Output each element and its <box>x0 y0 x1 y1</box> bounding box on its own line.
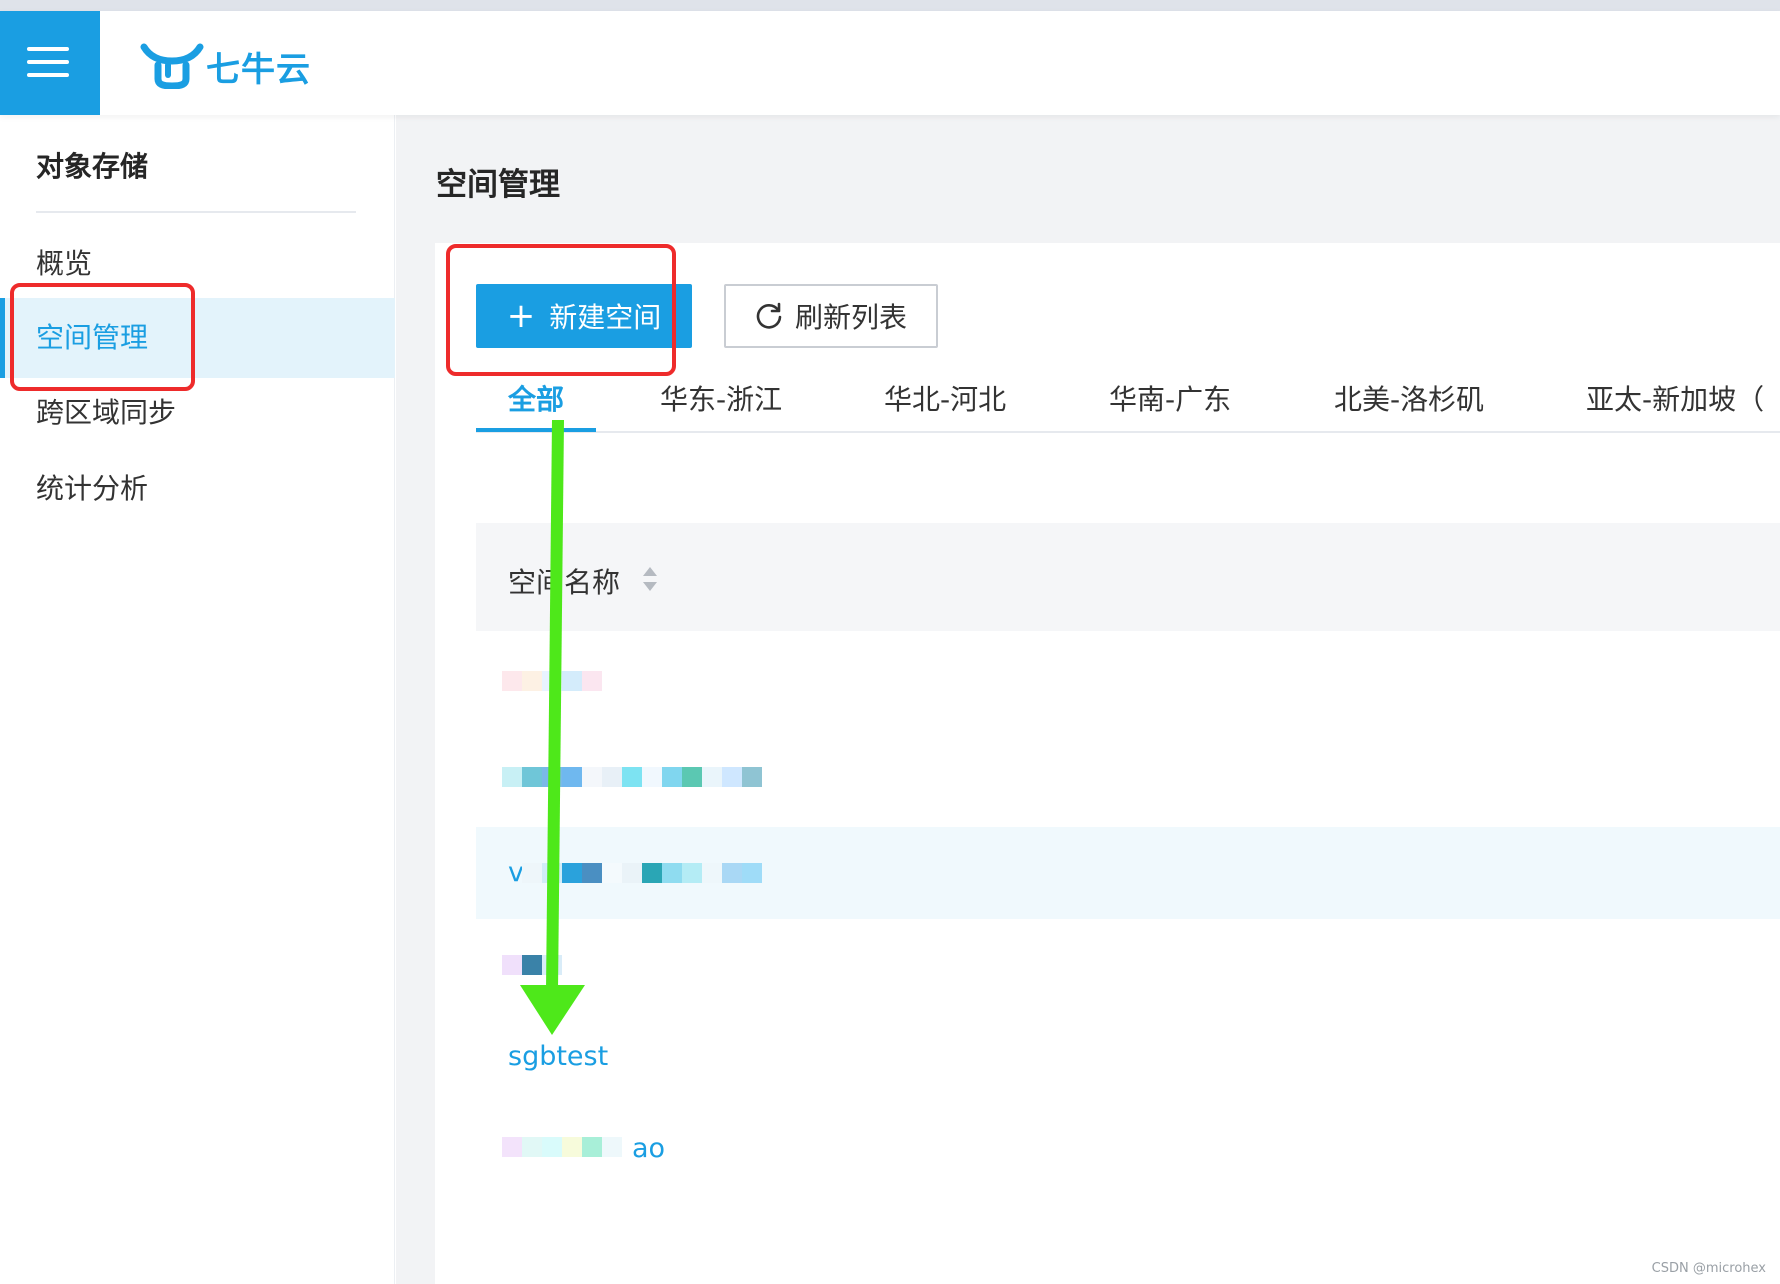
sidebar-item-overview[interactable]: 概览 <box>0 224 395 304</box>
bucket-panel: + 新建空间 刷新列表 全部 华东-浙江 华北-河北 华南-广东 北美-洛杉矶 … <box>435 243 1780 1284</box>
table-row[interactable] <box>476 643 1780 735</box>
hamburger-menu-icon[interactable] <box>0 11 100 115</box>
refresh-list-button[interactable]: 刷新列表 <box>724 284 938 348</box>
sidebar-item-label: 空间管理 <box>36 321 149 354</box>
tab-label: 华北-河北 <box>884 383 1007 416</box>
tab-all[interactable]: 全部 <box>508 373 564 433</box>
table-row[interactable] <box>476 735 1780 827</box>
table-row[interactable] <box>476 919 1780 1011</box>
new-bucket-label: 新建空间 <box>549 301 662 334</box>
column-header-bucket-name: 空间名称 <box>508 566 621 599</box>
sidebar-item-cross-region-sync[interactable]: 跨区域同步 <box>0 373 395 453</box>
blurred-bucket-name <box>502 671 602 691</box>
logo[interactable]: 七牛云 <box>140 41 311 91</box>
sidebar-item-bucket-management[interactable]: 空间管理 <box>0 298 395 378</box>
sidebar-item-label: 概览 <box>36 247 93 280</box>
tab-north-hebei[interactable]: 华北-河北 <box>884 373 1006 433</box>
sidebar-item-statistics[interactable]: 统计分析 <box>0 449 395 529</box>
blurred-bucket-name <box>522 863 762 883</box>
main-content: 空间管理 + 新建空间 刷新列表 全部 华东-浙江 华北-河北 华南-广东 北美… <box>396 115 1780 1284</box>
sidebar-divider <box>36 211 356 213</box>
refresh-icon <box>756 302 782 329</box>
plus-icon: + <box>506 296 536 336</box>
table-header: 空间名称 <box>476 523 1780 631</box>
qiniu-bull-logo-icon <box>140 43 204 89</box>
tab-east-zhejiang[interactable]: 华东-浙江 <box>660 373 782 433</box>
region-tabs: 全部 华东-浙江 华北-河北 华南-广东 北美-洛杉矶 亚太-新加坡（ <box>476 373 1780 433</box>
table-row[interactable]: ao <box>476 1103 1780 1195</box>
browser-chrome-strip <box>0 0 1780 11</box>
tab-ap-singapore[interactable]: 亚太-新加坡（ <box>1586 373 1764 433</box>
sidebar: 对象存储 概览 空间管理 跨区域同步 统计分析 <box>0 115 395 1284</box>
sidebar-item-label: 统计分析 <box>36 472 149 505</box>
tab-label: 华南-广东 <box>1109 383 1232 416</box>
blurred-bucket-name <box>502 767 762 787</box>
table-row[interactable]: sgbtest <box>476 1011 1780 1103</box>
table-row[interactable]: v <box>476 827 1780 919</box>
refresh-list-label: 刷新列表 <box>794 301 907 334</box>
page-title: 空间管理 <box>436 167 560 203</box>
sidebar-title: 对象存储 <box>36 150 149 183</box>
blurred-bucket-name <box>502 1137 622 1157</box>
tab-label: 全部 <box>508 383 565 416</box>
new-bucket-button[interactable]: + 新建空间 <box>476 284 692 348</box>
active-tab-indicator <box>476 428 596 432</box>
tab-south-guangdong[interactable]: 华南-广东 <box>1109 373 1231 433</box>
watermark: CSDN @microhex <box>1651 1261 1766 1276</box>
sort-arrows-icon[interactable] <box>640 563 660 595</box>
bucket-name-link[interactable]: sgbtest <box>508 1011 608 1103</box>
top-bar: 七牛云 <box>0 11 1780 115</box>
tab-label: 北美-洛杉矶 <box>1334 383 1485 416</box>
logo-text: 七牛云 <box>206 49 311 90</box>
sidebar-item-label: 跨区域同步 <box>36 396 177 429</box>
tab-na-los-angeles[interactable]: 北美-洛杉矶 <box>1334 373 1484 433</box>
tab-label: 华东-浙江 <box>660 383 783 416</box>
bucket-name-link[interactable]: ao <box>632 1103 665 1195</box>
blurred-bucket-name <box>502 955 562 975</box>
tab-label: 亚太-新加坡（ <box>1586 383 1765 416</box>
